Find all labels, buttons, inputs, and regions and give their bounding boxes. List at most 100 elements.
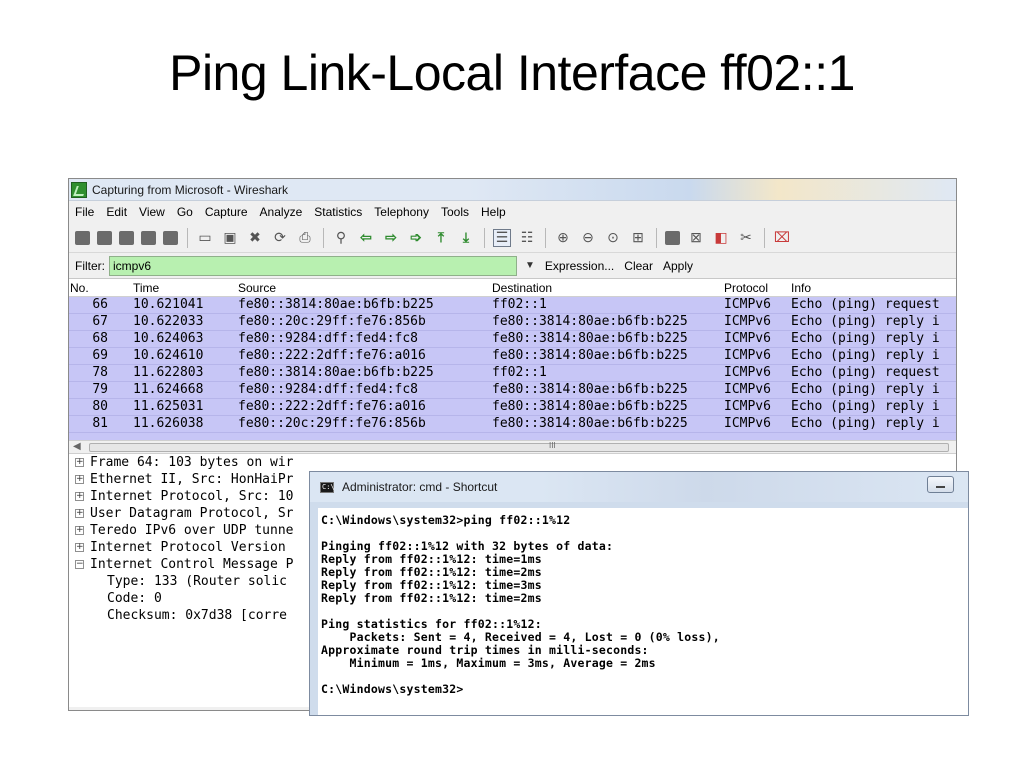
packet-destination: ff02::1 <box>492 297 547 312</box>
toolbar-separator <box>545 227 546 248</box>
collapse-icon[interactable]: − <box>75 560 84 569</box>
packet-source: fe80::3814:80ae:b6fb:b225 <box>238 297 434 312</box>
packet-time: 10.622033 <box>133 314 204 329</box>
start-capture-icon[interactable] <box>119 230 134 245</box>
print-icon[interactable]: ⎙ <box>296 229 314 247</box>
column-header-info[interactable]: Info <box>791 281 811 295</box>
scroll-left-icon[interactable]: ◀ <box>73 441 81 452</box>
packet-destination: fe80::3814:80ae:b6fb:b225 <box>492 382 688 397</box>
detail-tree-item[interactable]: + Frame 64: 103 bytes on wir <box>69 454 956 471</box>
packet-no: 68 <box>92 331 108 346</box>
console-line: Minimum = 1ms, Maximum = 3ms, Average = … <box>321 656 656 670</box>
cmd-titlebar[interactable]: C:\ Administrator: cmd - Shortcut <box>310 472 968 502</box>
packet-row[interactable]: 78 11.622803 fe80::3814:80ae:b6fb:b225 f… <box>69 365 956 382</box>
packet-row[interactable]: 80 11.625031 fe80::222:2dff:fe76:a016 fe… <box>69 399 956 416</box>
packet-row[interactable]: 67 10.622033 fe80::20c:29ff:fe76:856b fe… <box>69 314 956 331</box>
expand-icon[interactable]: + <box>75 526 84 535</box>
reload-icon[interactable]: ⟳ <box>271 229 289 247</box>
menu-bar: File Edit View Go Capture Analyze Statis… <box>69 201 956 223</box>
close-file-icon[interactable]: ✖ <box>246 229 264 247</box>
zoom-normal-icon[interactable]: ⊙ <box>604 229 622 247</box>
resize-columns-icon[interactable]: ⊞ <box>629 229 647 247</box>
capture-filters-icon[interactable] <box>665 230 680 245</box>
packet-source: fe80::222:2dff:fe76:a016 <box>238 348 426 363</box>
colorize-icon[interactable]: ☰ <box>493 228 511 247</box>
menu-help[interactable]: Help <box>481 205 506 219</box>
toolbar-separator <box>323 227 324 248</box>
help-icon[interactable]: ⌧ <box>773 229 791 247</box>
packet-no: 79 <box>92 382 108 397</box>
menu-file[interactable]: File <box>75 205 94 219</box>
expression-button[interactable]: Expression... <box>545 259 614 273</box>
coloring-rules-icon[interactable]: ◧ <box>712 229 730 247</box>
filter-dropdown-icon[interactable]: ▼ <box>525 260 535 271</box>
packet-row-clipped[interactable] <box>69 433 956 440</box>
console-line: C:\Windows\system32>ping ff02::1%12 <box>321 513 571 527</box>
column-header-source[interactable]: Source <box>238 281 276 295</box>
zoom-in-icon[interactable]: ⊕ <box>554 229 572 247</box>
packet-row[interactable]: 79 11.624668 fe80::9284:dff:fed4:fc8 fe8… <box>69 382 956 399</box>
menu-tools[interactable]: Tools <box>441 205 469 219</box>
expand-icon[interactable]: + <box>75 543 84 552</box>
filter-input[interactable]: icmpv6 <box>109 255 517 276</box>
stop-capture-icon[interactable] <box>141 230 156 245</box>
forward-icon[interactable]: ⇨ <box>382 229 400 247</box>
find-icon[interactable]: ⚲ <box>332 229 350 247</box>
menu-statistics[interactable]: Statistics <box>314 205 362 219</box>
expand-icon[interactable]: + <box>75 509 84 518</box>
packet-time: 11.626038 <box>133 416 204 431</box>
menu-edit[interactable]: Edit <box>106 205 127 219</box>
expand-icon[interactable]: + <box>75 492 84 501</box>
packet-protocol: ICMPv6 <box>724 365 771 380</box>
minimize-button[interactable] <box>927 476 954 493</box>
auto-scroll-icon[interactable]: ☷ <box>518 229 536 247</box>
packet-row[interactable]: 81 11.626038 fe80::20c:29ff:fe76:856b fe… <box>69 416 956 433</box>
cmd-console[interactable]: C:\Windows\system32>ping ff02::1%12 Ping… <box>318 508 968 715</box>
display-filters-icon[interactable]: ⊠ <box>687 229 705 247</box>
packet-no: 80 <box>92 399 108 414</box>
packet-protocol: ICMPv6 <box>724 297 771 312</box>
cmd-window: C:\ Administrator: cmd - Shortcut C:\Win… <box>309 471 969 716</box>
column-header-destination[interactable]: Destination <box>492 281 552 295</box>
scrollbar-thumb[interactable]: III <box>89 441 949 452</box>
console-prompt[interactable]: C:\Windows\system32> <box>321 683 968 696</box>
interfaces-icon[interactable] <box>75 230 90 245</box>
menu-view[interactable]: View <box>139 205 165 219</box>
packet-source: fe80::20c:29ff:fe76:856b <box>238 314 426 329</box>
apply-button[interactable]: Apply <box>663 259 693 273</box>
zoom-out-icon[interactable]: ⊖ <box>579 229 597 247</box>
restart-capture-icon[interactable] <box>163 230 178 245</box>
filter-toolbar: Filter: icmpv6 ▼ Expression... Clear App… <box>69 253 956 279</box>
packet-list-scrollbar[interactable]: ◀ III <box>69 440 956 454</box>
column-header-protocol[interactable]: Protocol <box>724 281 768 295</box>
menu-capture[interactable]: Capture <box>205 205 248 219</box>
wireshark-title: Capturing from Microsoft - Wireshark <box>92 182 289 197</box>
clear-button[interactable]: Clear <box>624 259 653 273</box>
packet-time: 11.622803 <box>133 365 204 380</box>
column-header-time[interactable]: Time <box>133 281 159 295</box>
packet-list: 66 10.621041 fe80::3814:80ae:b6fb:b225 f… <box>69 297 956 440</box>
menu-analyze[interactable]: Analyze <box>260 205 303 219</box>
first-packet-icon[interactable]: ⤒ <box>432 229 450 247</box>
open-folder-icon[interactable]: ▭ <box>196 229 214 247</box>
options-icon[interactable] <box>97 230 112 245</box>
expand-icon[interactable]: + <box>75 475 84 484</box>
menu-go[interactable]: Go <box>177 205 193 219</box>
column-header-no[interactable]: No. <box>70 281 89 295</box>
wireshark-titlebar[interactable]: Capturing from Microsoft - Wireshark <box>69 179 956 201</box>
packet-info: Echo (ping) reply i <box>791 348 940 363</box>
preferences-icon[interactable]: ✂ <box>737 229 755 247</box>
back-icon[interactable]: ⇦ <box>357 229 375 247</box>
packet-destination: fe80::3814:80ae:b6fb:b225 <box>492 416 688 431</box>
go-to-packet-icon[interactable]: ➩ <box>407 229 425 247</box>
packet-info: Echo (ping) reply i <box>791 314 940 329</box>
save-icon[interactable]: ▣ <box>221 229 239 247</box>
packet-row[interactable]: 68 10.624063 fe80::9284:dff:fed4:fc8 fe8… <box>69 331 956 348</box>
expand-icon[interactable]: + <box>75 458 84 467</box>
menu-telephony[interactable]: Telephony <box>374 205 429 219</box>
packet-row[interactable]: 69 10.624610 fe80::222:2dff:fe76:a016 fe… <box>69 348 956 365</box>
packet-row[interactable]: 66 10.621041 fe80::3814:80ae:b6fb:b225 f… <box>69 297 956 314</box>
last-packet-icon[interactable]: ⤓ <box>457 229 475 247</box>
packet-destination: fe80::3814:80ae:b6fb:b225 <box>492 348 688 363</box>
packet-source: fe80::3814:80ae:b6fb:b225 <box>238 365 434 380</box>
